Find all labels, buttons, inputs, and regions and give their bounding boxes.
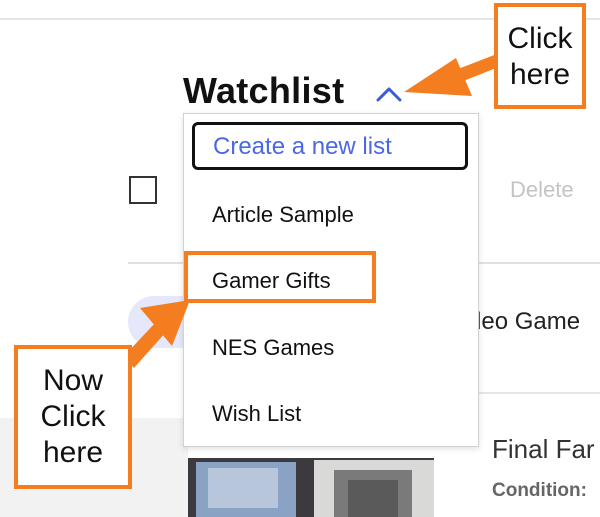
filter-chip-label[interactable]: deo Game — [468, 308, 580, 336]
list-item-article-sample[interactable]: Article Sample — [184, 202, 506, 228]
item-condition: Condition: — [492, 480, 587, 501]
list-item-wish-list[interactable]: Wish List — [184, 401, 506, 427]
chevron-up-icon[interactable] — [374, 82, 404, 104]
delete-button[interactable]: Delete — [510, 177, 574, 203]
callout-left-line-2: Click — [40, 400, 106, 433]
select-all-checkbox[interactable] — [129, 176, 157, 204]
callout-now-click-here: Now Click here — [14, 345, 132, 489]
callout-left-line-1: Now — [42, 364, 103, 397]
gamer-gifts-highlight — [184, 251, 376, 303]
list-item-nes-games[interactable]: NES Games — [184, 335, 506, 361]
callout-click-here: Click here — [494, 3, 586, 109]
item-thumbnail[interactable] — [188, 458, 434, 517]
callout-left-line-3: here — [42, 436, 104, 469]
callout-top-line-1: Click — [507, 22, 573, 55]
thumbnail-game-box-art — [208, 468, 278, 508]
thumbnail-cartridge-label — [348, 480, 398, 517]
create-new-list-button[interactable]: Create a new list — [192, 122, 468, 170]
arrow-to-chevron — [404, 52, 506, 96]
item-title[interactable]: Final Far — [492, 434, 595, 465]
callout-top-line-2: here — [509, 58, 571, 91]
watchlist-title[interactable]: Watchlist — [183, 70, 344, 112]
